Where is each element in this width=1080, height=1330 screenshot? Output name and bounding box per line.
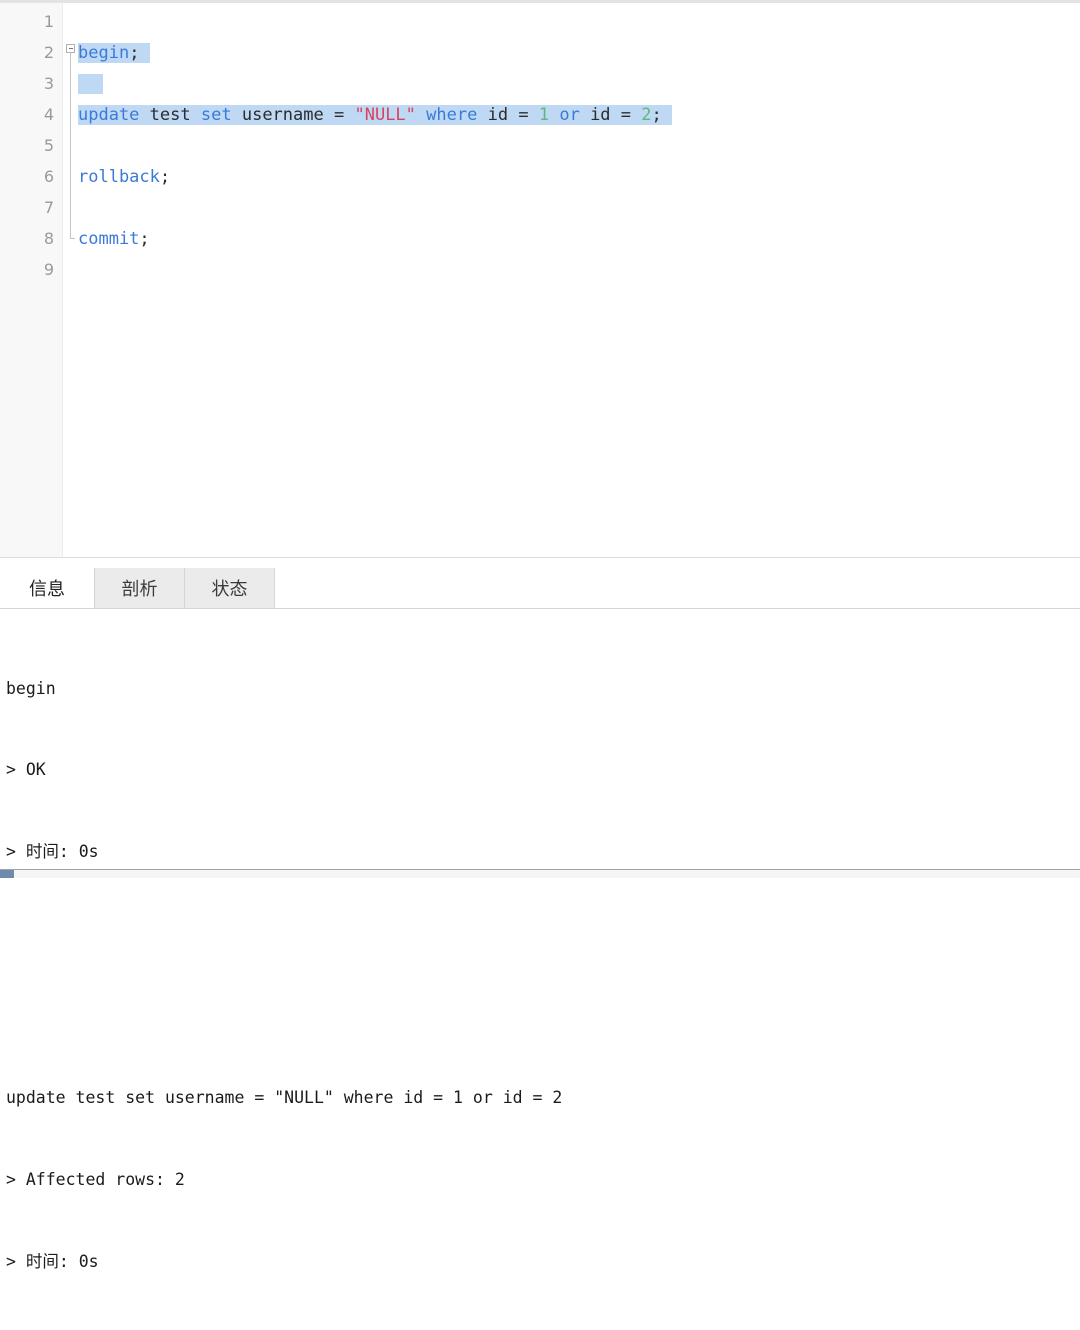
line-number: 2 [43, 43, 54, 62]
fold-collapse-icon[interactable] [66, 44, 75, 53]
sql-keyword: begin [78, 43, 130, 63]
code-line[interactable]: rollback; [78, 167, 170, 187]
line-number: 9 [43, 260, 54, 279]
sql-operator: = [620, 105, 632, 125]
log-line: begin [6, 678, 56, 698]
sql-operator: = [333, 105, 345, 125]
line-number: 3 [43, 74, 54, 93]
sql-operator: = [518, 105, 529, 125]
results-log-output[interactable]: begin > OK > 时间: 0s update test set user… [6, 620, 1080, 1330]
code-fold-column[interactable] [62, 3, 78, 557]
tab-status[interactable]: 状态 [185, 568, 275, 608]
line-number-gutter: 1 2 3 4 5 6 7 8 9 [0, 3, 63, 557]
fold-range-line [70, 53, 71, 238]
tab-profile[interactable]: 剖析 [95, 568, 185, 608]
log-line: > 时间: 0s [6, 842, 99, 862]
sql-keyword: update [78, 105, 140, 125]
code-text-area[interactable]: begin; update test set username = "NULL"… [78, 3, 1080, 557]
sql-editor-window: 1 2 3 4 5 6 7 8 9 begin; update test set… [0, 0, 1080, 1271]
line-number: 4 [43, 105, 54, 124]
results-tabbar: 信息 剖析 状态 [0, 568, 1080, 609]
log-line: update test set username = "NULL" where … [6, 1088, 563, 1108]
sql-identifier: id [590, 105, 611, 125]
log-line: > Affected rows: 2 [6, 1169, 185, 1189]
sql-keyword: or [559, 105, 580, 125]
sql-keyword: commit [78, 229, 140, 249]
sql-number: 1 [538, 105, 550, 125]
line-number: 7 [43, 198, 54, 217]
line-number: 1 [43, 12, 54, 31]
sql-punctuation: ; [651, 105, 662, 125]
log-line: > OK [6, 760, 46, 780]
sql-editor-pane[interactable]: 1 2 3 4 5 6 7 8 9 begin; update test set… [0, 3, 1080, 557]
line-number: 6 [43, 167, 54, 186]
log-blank-line [6, 1002, 1080, 1029]
sql-keyword: rollback [78, 167, 160, 187]
sql-string: "NULL" [354, 105, 416, 125]
sql-identifier: username [241, 105, 324, 125]
line-number: 5 [43, 136, 54, 155]
sql-keyword: where [426, 105, 478, 125]
sql-punctuation: ; [159, 167, 171, 187]
line-number: 8 [43, 229, 54, 248]
sql-number: 2 [641, 105, 652, 125]
selection-highlight-empty-line [78, 74, 103, 94]
fold-range-end-icon [70, 238, 75, 239]
results-pane: 信息 剖析 状态 begin > OK > 时间: 0s update test… [0, 562, 1080, 1271]
code-line[interactable]: commit; [78, 229, 150, 249]
sql-keyword: set [200, 105, 232, 125]
tab-info[interactable]: 信息 [0, 568, 95, 608]
sql-punctuation: ; [139, 229, 150, 249]
sql-identifier: test [149, 105, 191, 125]
sql-identifier: id [487, 105, 509, 125]
tabbar-filler [275, 568, 1080, 608]
log-line: > 时间: 0s [6, 1251, 99, 1271]
log-blank-line [6, 920, 1080, 947]
sql-punctuation: ; [129, 43, 140, 63]
code-line[interactable]: begin; [78, 43, 150, 63]
code-line[interactable]: update test set username = "NULL" where … [78, 105, 673, 125]
